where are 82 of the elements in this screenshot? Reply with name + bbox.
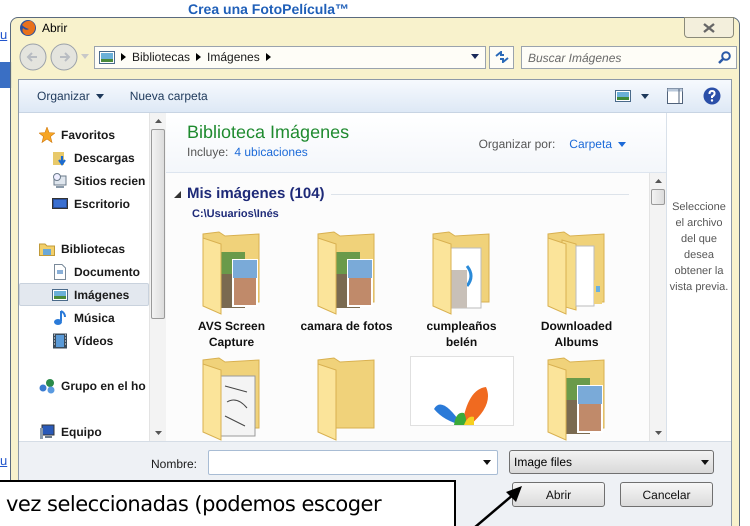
locations-link[interactable]: 4 ubicaciones xyxy=(234,143,308,161)
name-label: Nombre: xyxy=(151,456,198,473)
cancel-button[interactable]: Cancelar xyxy=(620,482,713,507)
chevron-icon xyxy=(196,53,202,61)
forward-button-icon xyxy=(50,43,78,71)
breadcrumb[interactable]: Imágenes xyxy=(207,48,260,66)
folder-path: C:\Usuarios\Inés xyxy=(191,206,280,222)
scroll-down-icon xyxy=(655,431,662,435)
search-icon xyxy=(718,50,731,64)
close-icon xyxy=(703,22,715,32)
dropdown-icon xyxy=(641,94,649,98)
dropdown-icon xyxy=(618,142,626,146)
includes-label: Incluye: xyxy=(187,144,228,161)
scrollbar[interactable] xyxy=(649,173,666,441)
nav-group[interactable]: Equipo xyxy=(61,422,102,440)
item-label[interactable]: cumpleaños belén xyxy=(426,318,497,350)
scroll-thumb[interactable] xyxy=(151,129,165,319)
nav-item[interactable]: Imágenes xyxy=(19,283,149,306)
download-folder-icon xyxy=(52,150,68,166)
refresh-button[interactable] xyxy=(489,46,514,68)
nav-group[interactable]: Grupo en el ho xyxy=(61,376,146,394)
film-icon xyxy=(52,332,68,348)
arrange-dropdown[interactable]: Carpeta xyxy=(569,135,626,153)
nav-item[interactable]: Vídeos xyxy=(19,329,149,352)
dropdown-icon xyxy=(81,54,89,60)
dropdown-icon xyxy=(701,460,709,464)
library-title: Biblioteca Imágenes xyxy=(187,121,350,143)
document-icon xyxy=(52,264,68,280)
scroll-up-icon xyxy=(155,119,162,123)
back-button-icon xyxy=(19,43,47,71)
nav-item[interactable]: Documento xyxy=(19,260,149,283)
chevron-icon xyxy=(121,53,126,61)
nav-item[interactable]: Descargas xyxy=(19,146,149,169)
dropdown-icon xyxy=(96,94,104,98)
recent-places-icon xyxy=(52,172,68,188)
scrollbar[interactable] xyxy=(149,113,166,441)
breadcrumb[interactable]: Bibliotecas xyxy=(132,48,190,66)
butterfly-logo-icon xyxy=(434,385,490,425)
group-title: Mis imágenes (104) xyxy=(187,184,325,204)
item-label[interactable]: camara de fotos xyxy=(300,318,393,334)
computer-icon xyxy=(39,424,55,440)
image-thumbnail[interactable] xyxy=(410,356,514,426)
view-icon xyxy=(615,90,631,102)
nav-item[interactable]: Escritorio xyxy=(19,192,149,215)
preview-message: Seleccione el archivo del que desea obtener la vista previa. xyxy=(669,200,729,295)
help-icon xyxy=(703,87,721,105)
address-bar[interactable]: Bibliotecas Imágenes xyxy=(94,46,486,68)
dropdown-icon xyxy=(483,460,491,465)
toolbar-button[interactable]: Nueva carpeta xyxy=(122,84,216,108)
nav-group[interactable]: Bibliotecas xyxy=(61,240,126,258)
link-fragment[interactable]: u xyxy=(0,25,8,44)
picture-icon xyxy=(52,286,68,302)
chevron-icon xyxy=(266,53,271,61)
desktop-icon xyxy=(52,196,68,212)
network-icon xyxy=(39,378,55,394)
browser-logo-icon xyxy=(19,18,37,36)
scroll-thumb[interactable] xyxy=(651,189,665,205)
refresh-icon xyxy=(494,51,508,63)
name-field[interactable] xyxy=(208,450,498,475)
scroll-up-icon xyxy=(655,179,662,183)
picture-library-icon xyxy=(99,50,115,64)
nav-item[interactable]: Música xyxy=(19,306,149,329)
page-heading: Crea una FotoPelícula™ xyxy=(188,2,350,16)
dropdown-icon xyxy=(471,54,479,60)
nav-group[interactable]: Favoritos xyxy=(61,126,116,144)
callout-text: vez seleccionadas (podemos escoger xyxy=(6,492,382,516)
item-label[interactable]: AVS Screen Capture xyxy=(198,318,266,350)
toolbar-button[interactable]: Organizar xyxy=(29,84,112,108)
library-folder-icon xyxy=(39,240,55,256)
star-icon xyxy=(39,126,55,142)
arrange-label: Organizar por: xyxy=(478,136,556,153)
music-note-icon xyxy=(52,310,68,326)
nav-item[interactable]: Sitios recien xyxy=(19,169,149,192)
close-button[interactable] xyxy=(684,17,734,38)
file-type-dropdown[interactable]: Image files xyxy=(509,450,714,474)
window-title: Abrir xyxy=(42,20,68,36)
search-field[interactable]: Buscar Imágenes xyxy=(521,46,737,69)
open-button[interactable]: Abrir xyxy=(512,482,605,507)
link-fragment[interactable]: u xyxy=(0,451,8,470)
preview-pane-icon xyxy=(667,88,683,104)
item-label[interactable]: Downloaded Albums xyxy=(540,318,612,350)
scroll-down-icon xyxy=(155,431,162,435)
